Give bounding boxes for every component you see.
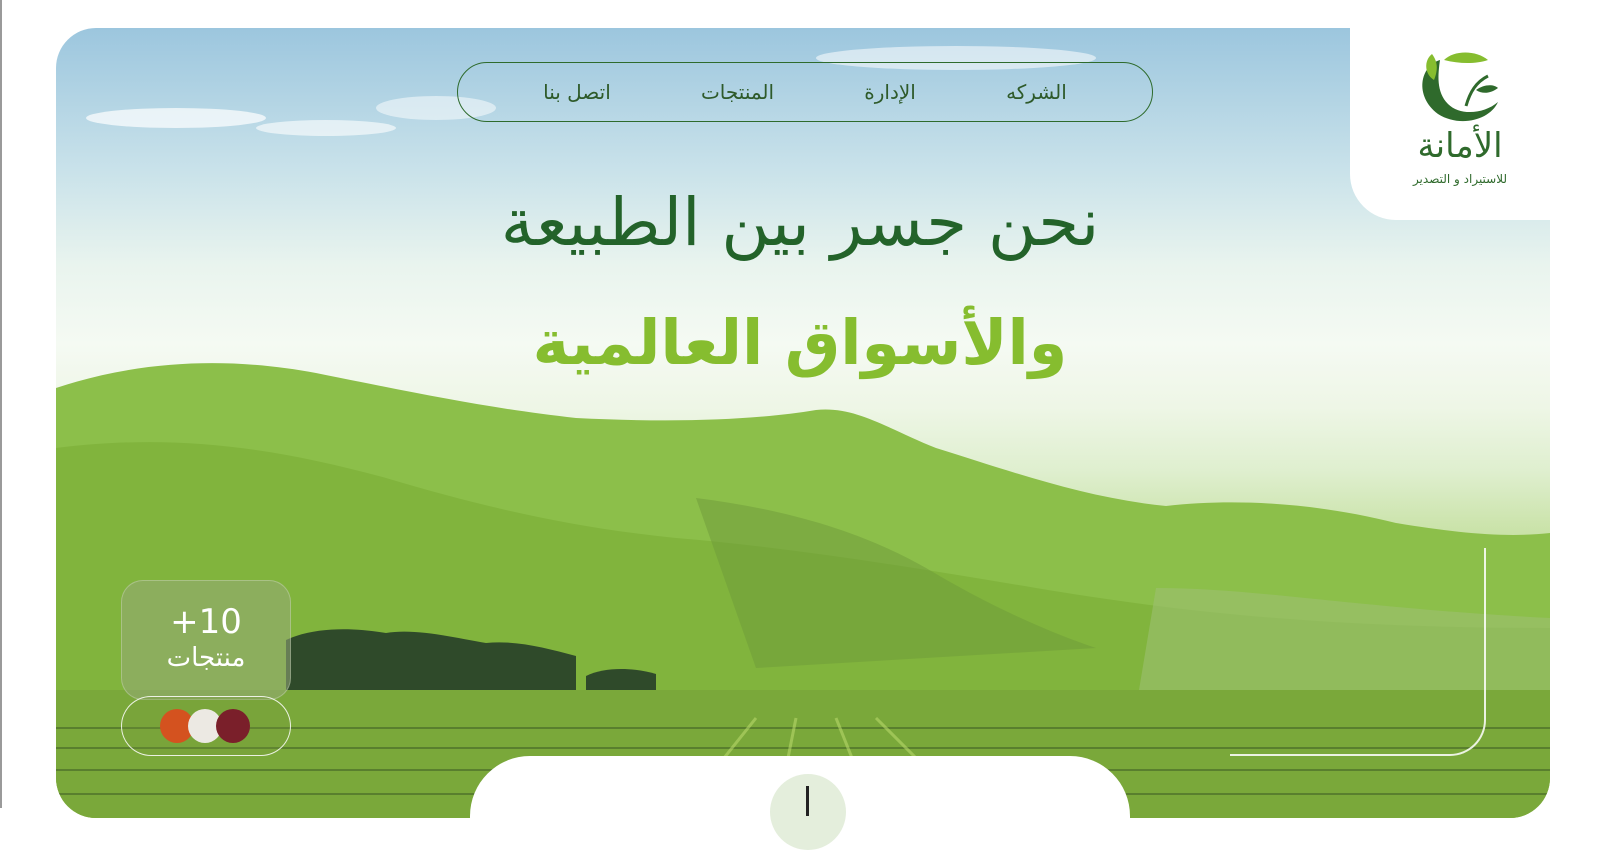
nav-item-contact[interactable]: اتصل بنا — [543, 80, 611, 104]
brand-name: الأمانة — [1417, 126, 1503, 166]
hero-headline-line2: والأسواق العالمية — [532, 306, 1068, 379]
products-stat-value: +10 — [170, 602, 242, 642]
products-stat-label: منتجات — [166, 643, 246, 673]
hero-headline-line1: نحن جسر بين الطبيعة — [500, 184, 1100, 261]
brand-logo[interactable]: الأمانة للاستيراد و التصدير — [1380, 44, 1540, 204]
dark-red-bean-swatch — [216, 709, 250, 743]
decorative-outline — [1230, 548, 1486, 756]
page-left-border — [0, 0, 2, 808]
brand-tagline: للاستيراد و التصدير — [1412, 172, 1508, 186]
leaf-sprout-logo-icon — [1422, 52, 1498, 122]
nav-item-products[interactable]: المنتجات — [701, 80, 774, 104]
nav-item-company[interactable]: الشركه — [1006, 80, 1067, 104]
products-stat-card: +10 منتجات — [121, 580, 291, 700]
product-swatches[interactable] — [121, 696, 291, 756]
nav-item-management[interactable]: الإدارة — [864, 80, 916, 104]
main-navigation: الشركه الإدارة المنتجات اتصل بنا — [457, 62, 1153, 122]
scroll-indicator-line — [806, 786, 809, 816]
